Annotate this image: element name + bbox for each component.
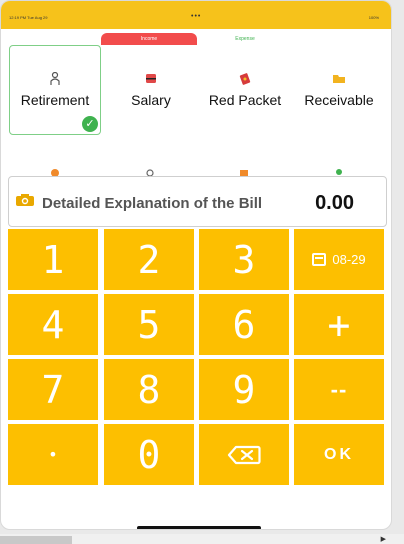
status-time: 12:19 PM Tue Aug 29 <box>9 15 48 20</box>
app-window: 12:19 PM Tue Aug 29 ••• 100% Income Expe… <box>0 0 392 530</box>
category-receivable[interactable]: Receivable <box>293 45 385 135</box>
backspace-button[interactable] <box>199 424 289 485</box>
decimal-point-button[interactable]: • <box>8 424 98 485</box>
scroll-right-icon[interactable]: ▶ <box>381 535 386 543</box>
number-keypad: 1 2 3 08-29 4 5 6 + 7 8 9 -- • 0 OK <box>8 229 388 489</box>
minus-button[interactable]: -- <box>294 359 384 420</box>
key-4[interactable]: 4 <box>8 294 98 355</box>
battery-indicator: 100% <box>368 15 379 20</box>
ok-button[interactable]: OK <box>294 424 384 485</box>
scrollbar-thumb[interactable] <box>0 536 72 544</box>
backspace-icon <box>227 445 261 464</box>
bill-note-input[interactable]: Detailed Explanation of the Bill <box>42 195 262 212</box>
category-label: Salary <box>131 92 171 108</box>
category-label: Red Packet <box>208 92 282 108</box>
bill-note-bar[interactable]: Detailed Explanation of the Bill 0.00 <box>8 176 387 227</box>
camera-icon[interactable] <box>15 193 35 207</box>
key-8[interactable]: 8 <box>104 359 194 420</box>
category-grid: Retirement ✓ Salary Red Packet Receivabl… <box>1 45 391 175</box>
calendar-icon <box>312 253 327 266</box>
red-packet-icon <box>238 72 252 88</box>
salary-icon <box>145 72 157 88</box>
key-6[interactable]: 6 <box>199 294 289 355</box>
key-3[interactable]: 3 <box>199 229 289 290</box>
category-label: Receivable <box>304 92 374 108</box>
plus-button[interactable]: + <box>294 294 384 355</box>
status-bar: 12:19 PM Tue Aug 29 ••• 100% <box>1 11 391 25</box>
tab-income[interactable]: Income <box>101 33 197 45</box>
key-0[interactable]: 0 <box>104 424 194 485</box>
check-icon: ✓ <box>82 116 98 132</box>
category-salary[interactable]: Salary <box>105 45 197 135</box>
retirement-icon <box>49 71 61 88</box>
key-1[interactable]: 1 <box>8 229 98 290</box>
key-9[interactable]: 9 <box>199 359 289 420</box>
category-red-packet[interactable]: Red Packet <box>199 45 291 135</box>
key-7[interactable]: 7 <box>8 359 98 420</box>
tab-expense[interactable]: Expense <box>197 33 293 45</box>
multitask-dots[interactable]: ••• <box>191 13 201 20</box>
type-tabs: Income Expense <box>101 33 293 45</box>
key-2[interactable]: 2 <box>104 229 194 290</box>
amount-display: 0.00 <box>315 192 354 214</box>
key-5[interactable]: 5 <box>104 294 194 355</box>
date-button[interactable]: 08-29 <box>294 229 384 290</box>
category-label: Retirement <box>20 92 90 108</box>
date-label: 08-29 <box>332 252 366 267</box>
receivable-icon <box>332 72 346 88</box>
home-indicator[interactable] <box>137 526 261 529</box>
category-retirement[interactable]: Retirement ✓ <box>9 45 101 135</box>
